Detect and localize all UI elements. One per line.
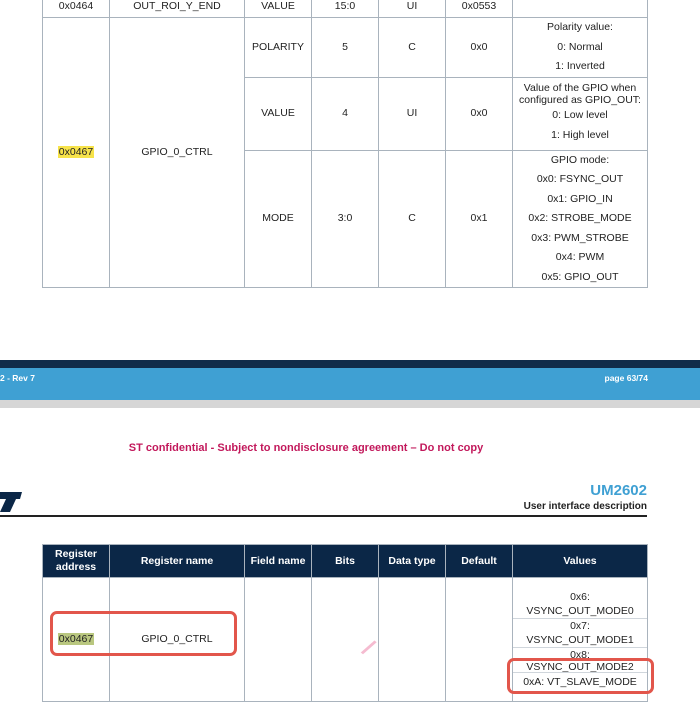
document-id: UM2602 <box>590 482 647 499</box>
value-line: Value of the GPIO when <box>523 82 637 94</box>
data-type: C <box>378 149 446 288</box>
value-line: 0: Normal <box>557 40 603 53</box>
header-rule <box>0 515 647 517</box>
values-cell: GPIO mode: 0x0: FSYNC_OUT 0x1: GPIO_IN 0… <box>512 149 648 288</box>
field-name: POLARITY <box>244 17 312 78</box>
bits: 3:0 <box>311 149 379 288</box>
value-line: 0: Low level <box>552 109 608 121</box>
values-cell: Polarity value: 0: Normal 1: Inverted <box>512 17 648 78</box>
footer-divider <box>0 360 700 368</box>
section-title: User interface description <box>523 501 647 512</box>
value-line: 0x1: GPIO_IN <box>547 192 613 205</box>
register-address: 0x0464 <box>42 0 110 18</box>
st-logo-icon <box>0 492 22 512</box>
column-header-address: Register address <box>42 544 110 578</box>
table-row: 0x0467 GPIO_0_CTRL POLARITY 5 C 0x0 Pola… <box>42 17 648 288</box>
default-value: 0x0553 <box>445 0 513 18</box>
field-name <box>244 577 312 702</box>
column-header-default: Default <box>445 544 513 578</box>
address-highlight: 0x0467 <box>57 146 95 158</box>
register-name: GPIO_0_CTRL <box>109 17 245 288</box>
default-value: 0x0 <box>445 76 513 151</box>
annotation-box-register <box>50 611 237 656</box>
column-header-type: Data type <box>378 544 446 578</box>
field-name: VALUE <box>244 76 312 151</box>
value-line: 0x4: PWM <box>555 251 605 263</box>
default-value: 0x1 <box>445 149 513 288</box>
data-type: UI <box>378 0 446 18</box>
table-row: 0x0464 OUT_ROI_Y_END VALUE 15:0 UI 0x055… <box>42 0 648 18</box>
data-type: UI <box>378 76 446 151</box>
value-line: 0x5: GPIO_OUT <box>541 270 619 283</box>
value-line: 0x2: STROBE_MODE <box>528 212 632 224</box>
confidential-notice: ST confidential - Subject to nondisclosu… <box>128 442 484 454</box>
bits: 15:0 <box>311 0 379 18</box>
default-value <box>445 577 513 702</box>
value-line: VSYNC_OUT_MODE0 <box>526 605 634 618</box>
value-line: 0x6: <box>570 591 590 604</box>
field-name: MODE <box>244 149 312 288</box>
register-name: OUT_ROI_Y_END <box>109 0 245 18</box>
value-line: 0x3: PWM_STROBE <box>531 231 629 244</box>
bits: 4 <box>311 76 379 151</box>
default-value: 0x0 <box>445 17 513 78</box>
footer-page-number: page 63/74 <box>604 373 648 383</box>
register-table-top: 0x0464 OUT_ROI_Y_END VALUE 15:0 UI 0x055… <box>42 0 648 288</box>
value-line: 1: Inverted <box>555 60 605 72</box>
table-header-row: Register address Register name Field nam… <box>42 544 648 578</box>
page-gap <box>0 400 700 408</box>
values-cell <box>512 0 648 18</box>
column-header-field: Field name <box>244 544 312 578</box>
register-address: 0x0467 <box>42 17 110 288</box>
column-header-bits: Bits <box>311 544 379 578</box>
footer-revision: 2 - Rev 7 <box>0 373 35 383</box>
bits <box>311 577 379 702</box>
bits: 5 <box>311 17 379 78</box>
field-name: VALUE <box>244 0 312 18</box>
value-line: configured as GPIO_OUT: <box>519 94 641 106</box>
page-footer: 2 - Rev 7 page 63/74 <box>0 360 700 400</box>
value-line: 0x0: FSYNC_OUT <box>536 173 624 185</box>
value-line: GPIO mode: <box>550 153 610 166</box>
column-header-values: Values <box>512 544 648 578</box>
value-line: Polarity value: <box>547 21 613 33</box>
value-line: 0x7: <box>513 618 647 633</box>
values-cell: Value of the GPIO when configured as GPI… <box>512 76 648 151</box>
column-header-name: Register name <box>109 544 245 578</box>
annotation-box-vt-slave <box>507 658 654 694</box>
data-type: C <box>378 17 446 78</box>
value-line: 1: High level <box>551 128 609 141</box>
value-line: VSYNC_OUT_MODE1 <box>526 634 634 647</box>
